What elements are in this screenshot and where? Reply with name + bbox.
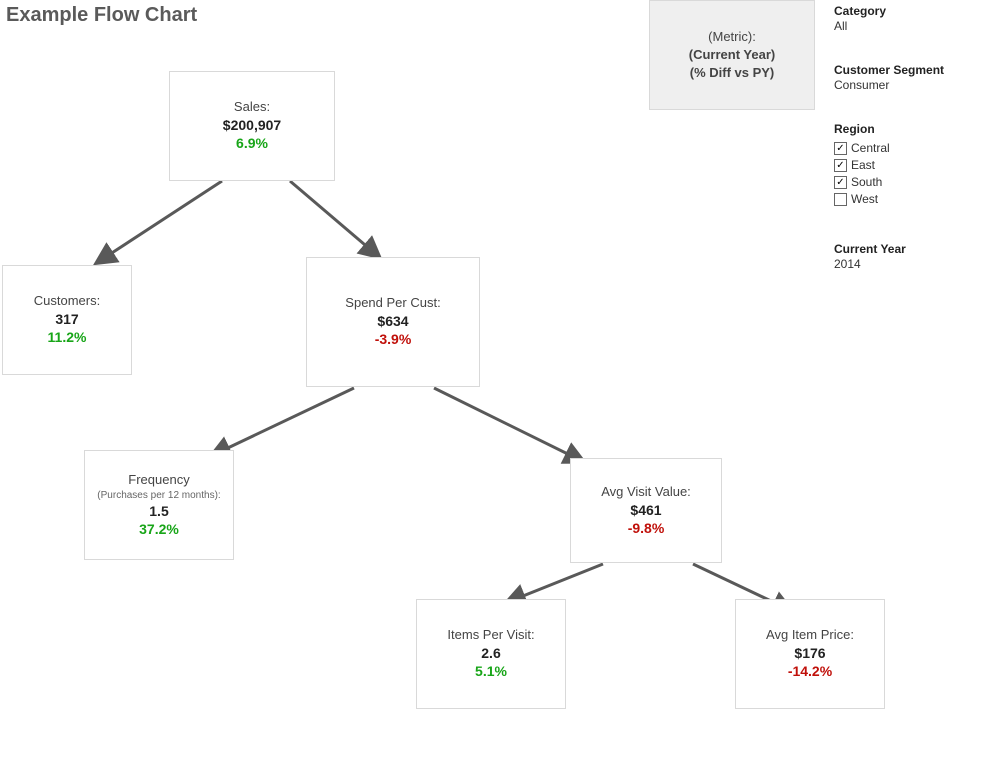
node-customers[interactable]: Customers: 317 11.2% bbox=[2, 265, 132, 375]
filters-panel: Category All Customer Segment Consumer R… bbox=[834, 4, 974, 301]
node-value: $176 bbox=[794, 644, 825, 662]
filter-region: Region Central East South West bbox=[834, 122, 974, 208]
node-delta: 5.1% bbox=[475, 662, 507, 680]
node-avg-item-price[interactable]: Avg Item Price: $176 -14.2% bbox=[735, 599, 885, 709]
node-label: Frequency bbox=[128, 472, 189, 489]
node-label: Sales: bbox=[234, 99, 270, 116]
node-label: Spend Per Cust: bbox=[345, 295, 440, 312]
node-delta: 37.2% bbox=[139, 520, 179, 538]
filter-category: Category All bbox=[834, 4, 974, 33]
checkbox-icon[interactable] bbox=[834, 159, 847, 172]
node-avg-visit-value[interactable]: Avg Visit Value: $461 -9.8% bbox=[570, 458, 722, 563]
region-option-label: East bbox=[851, 157, 875, 174]
node-value: $461 bbox=[630, 501, 661, 519]
node-label: Avg Item Price: bbox=[766, 627, 854, 644]
region-option-central[interactable]: Central bbox=[834, 140, 974, 157]
node-delta: 6.9% bbox=[236, 134, 268, 152]
filter-year: Current Year 2014 bbox=[834, 242, 974, 271]
checkbox-icon[interactable] bbox=[834, 142, 847, 155]
node-delta: -3.9% bbox=[375, 330, 412, 348]
node-label: Customers: bbox=[34, 293, 100, 310]
filter-year-value[interactable]: 2014 bbox=[834, 257, 974, 271]
node-delta: 11.2% bbox=[48, 328, 87, 346]
region-option-west[interactable]: West bbox=[834, 191, 974, 208]
node-value: 1.5 bbox=[149, 502, 168, 520]
connector-arrows bbox=[0, 0, 820, 784]
filter-segment-value[interactable]: Consumer bbox=[834, 78, 974, 92]
region-option-label: South bbox=[851, 174, 882, 191]
node-label: Avg Visit Value: bbox=[601, 484, 691, 501]
node-items-per-visit[interactable]: Items Per Visit: 2.6 5.1% bbox=[416, 599, 566, 709]
checkbox-icon[interactable] bbox=[834, 176, 847, 189]
filter-region-label: Region bbox=[834, 122, 974, 136]
filter-category-value[interactable]: All bbox=[834, 19, 974, 33]
region-options: Central East South West bbox=[834, 140, 974, 208]
node-frequency[interactable]: Frequency (Purchases per 12 months): 1.5… bbox=[84, 450, 234, 560]
node-delta: -9.8% bbox=[628, 519, 665, 537]
node-value: $200,907 bbox=[223, 116, 281, 134]
filter-year-label: Current Year bbox=[834, 242, 974, 256]
filter-category-label: Category bbox=[834, 4, 974, 18]
filter-segment: Customer Segment Consumer bbox=[834, 63, 974, 92]
region-option-label: West bbox=[851, 191, 878, 208]
node-value: $634 bbox=[377, 312, 408, 330]
node-sales[interactable]: Sales: $200,907 6.9% bbox=[169, 71, 335, 181]
flow-canvas: Sales: $200,907 6.9% Customers: 317 11.2… bbox=[0, 0, 820, 784]
node-spend-per-cust[interactable]: Spend Per Cust: $634 -3.9% bbox=[306, 257, 480, 387]
filter-segment-label: Customer Segment bbox=[834, 63, 974, 77]
node-delta: -14.2% bbox=[788, 662, 832, 680]
node-label: Items Per Visit: bbox=[447, 627, 534, 644]
node-value: 317 bbox=[55, 310, 78, 328]
checkbox-icon[interactable] bbox=[834, 193, 847, 206]
node-value: 2.6 bbox=[481, 644, 500, 662]
region-option-east[interactable]: East bbox=[834, 157, 974, 174]
node-sublabel: (Purchases per 12 months): bbox=[97, 489, 220, 502]
region-option-label: Central bbox=[851, 140, 890, 157]
region-option-south[interactable]: South bbox=[834, 174, 974, 191]
